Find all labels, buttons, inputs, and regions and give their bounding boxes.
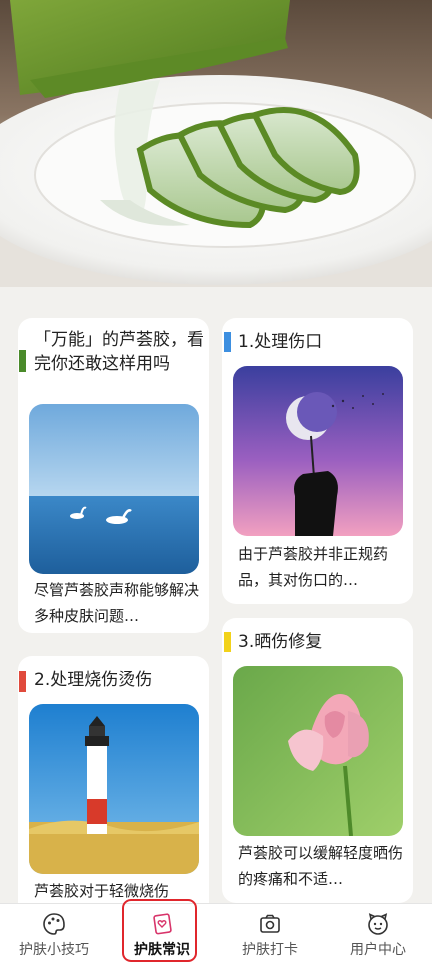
moon-dandelion-image <box>233 366 403 536</box>
palette-icon <box>42 912 66 940</box>
card-description: 尽管芦荟胶声称能够解决多种皮肤问题… <box>34 581 200 625</box>
tab-skincare-checkin[interactable]: 护肤打卡 <box>216 904 324 965</box>
title-accent-bar <box>19 350 26 372</box>
lighthouse-image <box>29 704 199 874</box>
hero-image <box>0 0 432 287</box>
aloe-plate-illustration <box>0 0 432 287</box>
card-title: 1.处理伤口 <box>238 332 323 352</box>
article-card[interactable]: 1.处理伤口 由于芦荟胶并非正规药品，其对伤口的… <box>222 318 413 604</box>
card-title: 「万能」的芦荟胶，看完你还敢这样用吗 <box>34 330 204 374</box>
article-card[interactable]: 2.处理烧伤烫伤 芦荟胶对于轻微烧伤 <box>18 656 209 903</box>
lotus-image <box>233 666 403 836</box>
title-accent-bar <box>224 632 231 652</box>
camera-icon <box>258 912 282 940</box>
tab-label: 用户中心 <box>350 942 406 958</box>
tab-label: 护肤打卡 <box>242 942 298 958</box>
bottom-tab-bar: 护肤小技巧 护肤常识 护肤打卡 用户中心 <box>0 903 432 965</box>
tab-label: 护肤小技巧 <box>19 942 89 958</box>
article-card[interactable]: 3.晒伤修复 芦荟胶可以缓解轻度晒伤的疼痛和不适… <box>222 618 413 903</box>
sea-swans-image <box>29 404 199 574</box>
smiley-icon <box>366 912 390 940</box>
tab-user-center[interactable]: 用户中心 <box>324 904 432 965</box>
article-card[interactable]: 「万能」的芦荟胶，看完你还敢这样用吗 尽管芦荟胶声称能够解决多种皮肤问题… <box>18 318 209 633</box>
card-title: 3.晒伤修复 <box>238 632 323 652</box>
title-accent-bar <box>19 671 26 692</box>
tab-skincare-tips[interactable]: 护肤小技巧 <box>0 904 108 965</box>
card-title: 2.处理烧伤烫伤 <box>34 670 153 690</box>
active-tab-highlight <box>122 899 197 962</box>
title-accent-bar <box>224 332 231 352</box>
card-description: 芦荟胶可以缓解轻度晒伤的疼痛和不适… <box>238 844 404 888</box>
article-grid: 「万能」的芦荟胶，看完你还敢这样用吗 尽管芦荟胶声称能够解决多种皮肤问题… 1.… <box>0 287 432 903</box>
card-description: 由于芦荟胶并非正规药品，其对伤口的… <box>238 545 389 589</box>
